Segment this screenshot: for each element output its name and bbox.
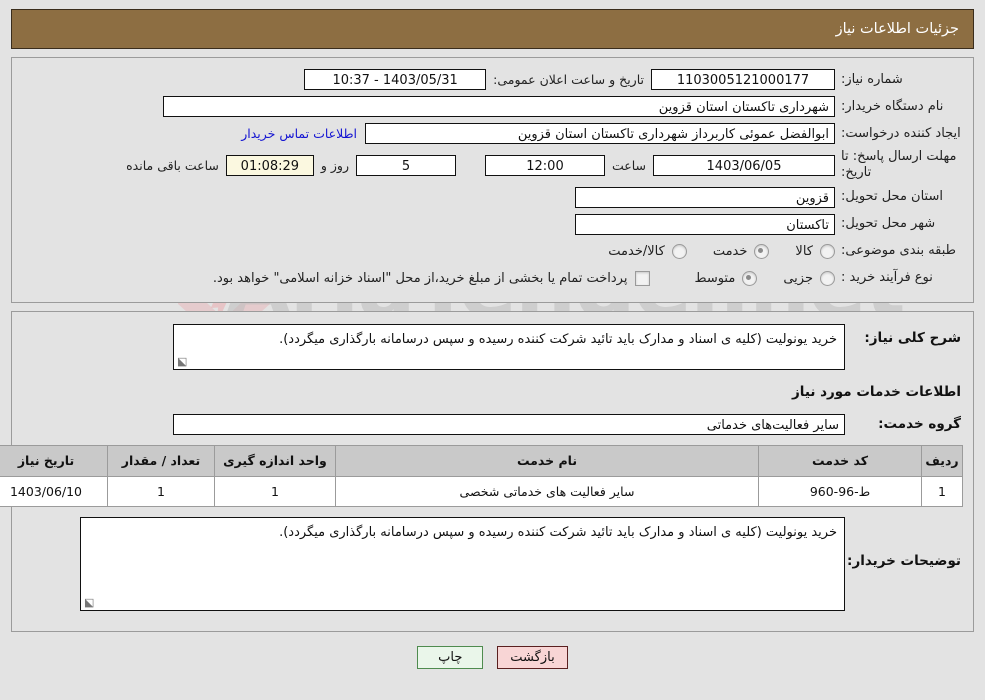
category-option-service[interactable]: خدمت: [712, 243, 770, 259]
remaining-days-label: روز و: [320, 157, 349, 173]
page-title: جزئیات اطلاعات نیاز: [835, 21, 959, 37]
need-number-value: 1103005121000177: [651, 69, 835, 90]
cell-unit: 1: [214, 475, 336, 507]
service-group-label: گروه خدمت:: [878, 416, 961, 432]
general-description-row: شرح کلی نیاز: خرید یونولیت (کلیه ی اسناد…: [22, 323, 963, 370]
need-number-label: شماره نیاز:: [841, 71, 903, 87]
category-option-goods-service-label: کالا/خدمت: [608, 243, 665, 259]
purchase-process-label: نوع فرآیند خرید :: [841, 270, 933, 286]
buyer-notes-row: توضیحات خریدار: خرید یونولیت (کلیه ی اسن…: [22, 516, 963, 611]
radio-icon-goods[interactable]: [820, 243, 835, 259]
subject-category-row: طبقه بندی موضوعی: کالا خدمت کالا/خدمت: [22, 240, 963, 263]
column-header-unit: واحد اندازه گیری: [214, 444, 336, 477]
general-description-value: خرید یونولیت (کلیه ی اسناد و مدارک باید …: [279, 331, 837, 347]
table-row: 1 ط-96-960 سایر فعالیت های خدماتی شخصی 1…: [0, 475, 963, 507]
buyer-contact-link[interactable]: اطلاعات تماس خریدار: [233, 126, 365, 141]
response-deadline-date: 1403/06/05: [653, 154, 835, 176]
subject-category-label: طبقه بندی موضوعی:: [841, 243, 957, 259]
cell-radif: 1: [921, 475, 963, 507]
remaining-time-countdown: 01:08:29: [225, 154, 314, 176]
category-option-goods-label: کالا: [795, 243, 813, 259]
column-header-radif: ردیف: [921, 444, 963, 477]
response-deadline-row: مهلت ارسال پاسخ: تا تاریخ: 1403/06/05 سا…: [22, 149, 963, 182]
delivery-city-label: شهر محل تحویل:: [841, 216, 936, 232]
radio-icon-medium[interactable]: [742, 270, 758, 286]
print-button[interactable]: چاپ: [417, 645, 484, 669]
resize-grip-icon-notes[interactable]: ◪: [84, 596, 94, 609]
need-summary-panel: شماره نیاز: 1103005121000177 تاریخ و ساع…: [11, 57, 974, 303]
delivery-city-row: شهر محل تحویل: تاکستان: [22, 213, 963, 236]
checkbox-icon-treasury[interactable]: [635, 270, 651, 286]
category-option-goods-service[interactable]: کالا/خدمت: [608, 243, 687, 259]
resize-grip-icon[interactable]: ◪: [177, 355, 187, 368]
column-header-service-code: کد خدمت: [758, 444, 922, 477]
purchase-process-radio-group: جزیی متوسط: [668, 270, 835, 286]
table-header-row: ردیف کد خدمت نام خدمت واحد اندازه گیری ت…: [0, 444, 963, 477]
buyer-notes-textarea[interactable]: خرید یونولیت (کلیه ی اسناد و مدارک باید …: [80, 516, 845, 611]
buyer-org-value: شهرداری تاکستان استان قزوین: [163, 96, 835, 117]
service-group-value: سایر فعالیت‌های خدماتی: [173, 413, 845, 435]
need-number-row: شماره نیاز: 1103005121000177 تاریخ و ساع…: [22, 68, 963, 91]
delivery-province-row: استان محل تحویل: قزوین: [22, 186, 963, 209]
purchase-process-row: نوع فرآیند خرید : جزیی متوسط پرداخت تمام…: [22, 267, 963, 290]
subject-category-radio-group: کالا خدمت کالا/خدمت: [582, 243, 835, 259]
deadline-hour-value: 12:00: [484, 154, 605, 176]
process-option-medium[interactable]: متوسط: [694, 270, 758, 286]
buyer-org-label: نام دستگاه خریدار:: [841, 98, 944, 114]
column-header-need-date: تاریخ نیاز: [0, 444, 108, 477]
process-option-minor-label: جزیی: [783, 270, 813, 286]
service-group-row: گروه خدمت: سایر فعالیت‌های خدماتی: [22, 413, 963, 435]
process-option-medium-label: متوسط: [694, 270, 736, 286]
deadline-hour-label: ساعت: [611, 157, 646, 173]
request-creator-label: ایجاد کننده درخواست:: [841, 125, 961, 141]
category-option-goods[interactable]: کالا: [795, 243, 835, 259]
buyer-notes-value: خرید یونولیت (کلیه ی اسناد و مدارک باید …: [279, 524, 837, 540]
buyer-notes-label: توضیحات خریدار:: [847, 552, 961, 569]
announce-datetime-value: 1403/05/31 - 10:37: [304, 69, 487, 90]
remaining-hours-label: ساعت باقی مانده: [126, 157, 219, 173]
delivery-province-value: قزوین: [575, 186, 835, 208]
general-description-textarea[interactable]: خرید یونولیت (کلیه ی اسناد و مدارک باید …: [173, 323, 845, 370]
services-section-heading: اطلاعات خدمات مورد نیاز: [791, 383, 961, 400]
column-header-quantity: تعداد / مقدار: [107, 444, 215, 477]
cell-quantity: 1: [107, 475, 215, 507]
general-description-label: شرح کلی نیاز:: [864, 329, 961, 346]
response-deadline-label: مهلت ارسال پاسخ: تا تاریخ:: [841, 149, 957, 181]
cell-service-code: ط-96-960: [758, 475, 922, 507]
back-button[interactable]: بازگشت: [497, 645, 568, 669]
radio-icon-goods-service[interactable]: [671, 243, 687, 259]
column-header-service-name: نام خدمت: [335, 444, 759, 477]
request-creator-row: ایجاد کننده درخواست: ابوالفضل عموئی کارب…: [22, 122, 963, 145]
category-option-service-label: خدمت: [712, 243, 748, 259]
cell-need-date: 1403/06/10: [0, 475, 108, 507]
announce-datetime-label: تاریخ و ساعت اعلان عمومی:: [493, 72, 644, 87]
service-items-table: ردیف کد خدمت نام خدمت واحد اندازه گیری ت…: [0, 444, 963, 507]
delivery-city-value: تاکستان: [575, 213, 835, 235]
cell-service-name: سایر فعالیت های خدماتی شخصی: [335, 475, 759, 507]
page-header: جزئیات اطلاعات نیاز: [11, 9, 974, 49]
process-option-minor[interactable]: جزیی: [783, 270, 835, 286]
radio-icon-minor[interactable]: [820, 270, 835, 286]
remaining-days-value: 5: [356, 154, 456, 176]
footer-actions: بازگشت چاپ: [0, 645, 985, 669]
radio-icon-service[interactable]: [754, 243, 770, 259]
treasury-document-checkbox-item[interactable]: پرداخت تمام یا بخشی از مبلغ خرید،از محل …: [212, 270, 651, 286]
delivery-province-label: استان محل تحویل:: [841, 189, 943, 205]
need-details-panel: شرح کلی نیاز: خرید یونولیت (کلیه ی اسناد…: [0, 310, 974, 632]
treasury-document-label: پرداخت تمام یا بخشی از مبلغ خرید،از محل …: [212, 270, 628, 286]
request-creator-value: ابوالفضل عموئی کاربرداز شهرداری تاکستان …: [365, 123, 835, 144]
buyer-org-row: نام دستگاه خریدار: شهرداری تاکستان استان…: [22, 95, 963, 118]
